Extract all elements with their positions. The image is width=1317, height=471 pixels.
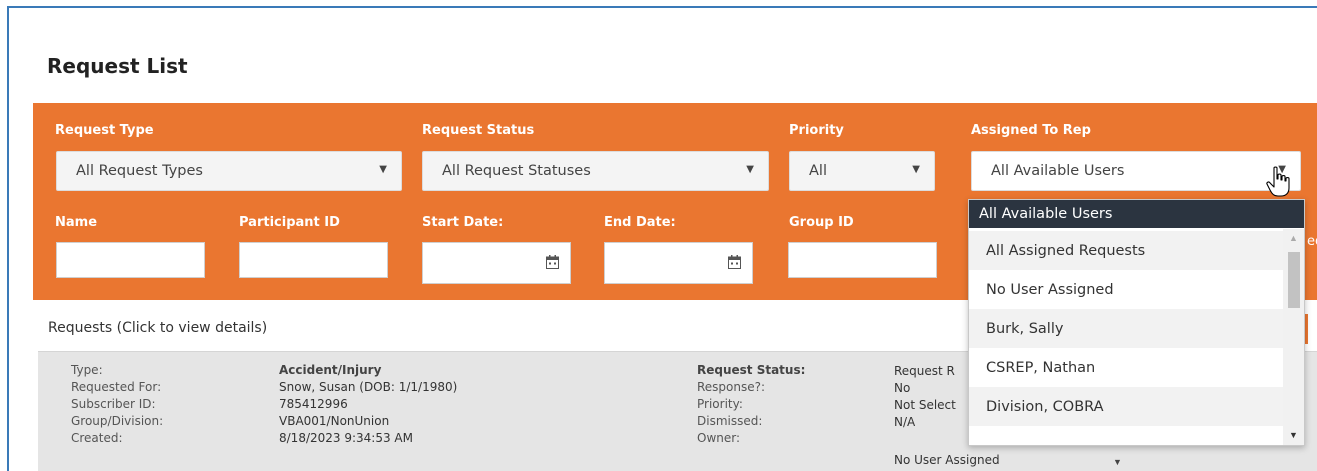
- caret-down-icon: ▼: [746, 164, 754, 175]
- owner-select[interactable]: No User Assigned: [894, 453, 1000, 467]
- group-division-label: Group/Division:: [71, 414, 164, 428]
- scroll-down-icon[interactable]: ▼: [1289, 430, 1298, 440]
- assigned-to-rep-label: Assigned To Rep: [971, 123, 1091, 138]
- dropdown-option-selected[interactable]: All Available Users: [969, 200, 1304, 228]
- caret-down-icon[interactable]: ▼: [1113, 457, 1122, 467]
- priority-field-value: Not Select: [894, 398, 956, 412]
- request-status-field-label: Request Status:: [697, 363, 806, 377]
- dismissed-label: Dismissed:: [697, 414, 763, 428]
- clipped-label-fragment: ed: [1307, 234, 1317, 249]
- request-status-label: Request Status: [422, 123, 535, 138]
- start-date-label: Start Date:: [422, 215, 504, 230]
- assigned-to-rep-dropdown[interactable]: All Available Users All Assigned Request…: [968, 199, 1305, 446]
- response-value: No: [894, 381, 911, 395]
- owner-label: Owner:: [697, 431, 741, 445]
- request-type-select[interactable]: All Request Types ▼: [56, 151, 402, 191]
- name-label: Name: [55, 215, 98, 230]
- end-date-label: End Date:: [604, 215, 676, 230]
- requested-for-value: Snow, Susan (DOB: 1/1/1980): [279, 380, 458, 394]
- calendar-icon[interactable]: [728, 255, 741, 269]
- page-title: Request List: [47, 54, 188, 78]
- group-id-label: Group ID: [789, 215, 854, 230]
- calendar-icon[interactable]: [546, 255, 559, 269]
- priority-field-label: Priority:: [697, 397, 743, 411]
- participant-id-label: Participant ID: [239, 215, 340, 230]
- scrollbar-thumb[interactable]: [1288, 252, 1300, 308]
- request-status-value: All Request Statuses: [442, 163, 591, 179]
- priority-value: All: [809, 163, 827, 179]
- created-label: Created:: [71, 431, 123, 445]
- dropdown-option[interactable]: Burk, Sally: [969, 309, 1283, 348]
- request-type-label: Request Type: [55, 123, 154, 138]
- scroll-up-icon[interactable]: ▲: [1289, 233, 1298, 243]
- requested-for-label: Requested For:: [71, 380, 162, 394]
- dismissed-value: N/A: [894, 415, 916, 429]
- priority-select[interactable]: All ▼: [789, 151, 935, 191]
- participant-id-input[interactable]: [239, 242, 388, 278]
- name-input[interactable]: [56, 242, 205, 278]
- request-status-value: Request R: [894, 364, 955, 378]
- hand-pointer-icon: [1266, 166, 1290, 197]
- subscriber-id-label: Subscriber ID:: [71, 397, 156, 411]
- caret-down-icon: ▼: [379, 164, 387, 175]
- response-label: Response?:: [697, 380, 766, 394]
- dropdown-scrollbar[interactable]: ▲ ▼: [1283, 229, 1304, 445]
- requests-caption: Requests (Click to view details): [48, 320, 268, 336]
- priority-label: Priority: [789, 123, 844, 138]
- assigned-to-rep-select[interactable]: All Available Users ▼: [971, 151, 1301, 191]
- request-status-select[interactable]: All Request Statuses ▼: [422, 151, 769, 191]
- start-date-input[interactable]: [422, 242, 571, 284]
- type-label: Type:: [71, 363, 103, 377]
- dropdown-option[interactable]: CSREP, Nathan: [969, 348, 1283, 387]
- type-value: Accident/Injury: [279, 363, 382, 377]
- assigned-to-rep-value: All Available Users: [991, 163, 1125, 179]
- dropdown-option[interactable]: All Assigned Requests: [969, 231, 1283, 270]
- group-division-value: VBA001/NonUnion: [279, 414, 390, 428]
- group-id-input[interactable]: [788, 242, 937, 278]
- end-date-input[interactable]: [604, 242, 753, 284]
- caret-down-icon: ▼: [912, 164, 920, 175]
- request-type-value: All Request Types: [76, 163, 203, 179]
- dropdown-option[interactable]: No User Assigned: [969, 270, 1283, 309]
- subscriber-id-value: 785412996: [279, 397, 348, 411]
- created-value: 8/18/2023 9:34:53 AM: [279, 431, 413, 445]
- dropdown-option[interactable]: Division, COBRA: [969, 387, 1283, 426]
